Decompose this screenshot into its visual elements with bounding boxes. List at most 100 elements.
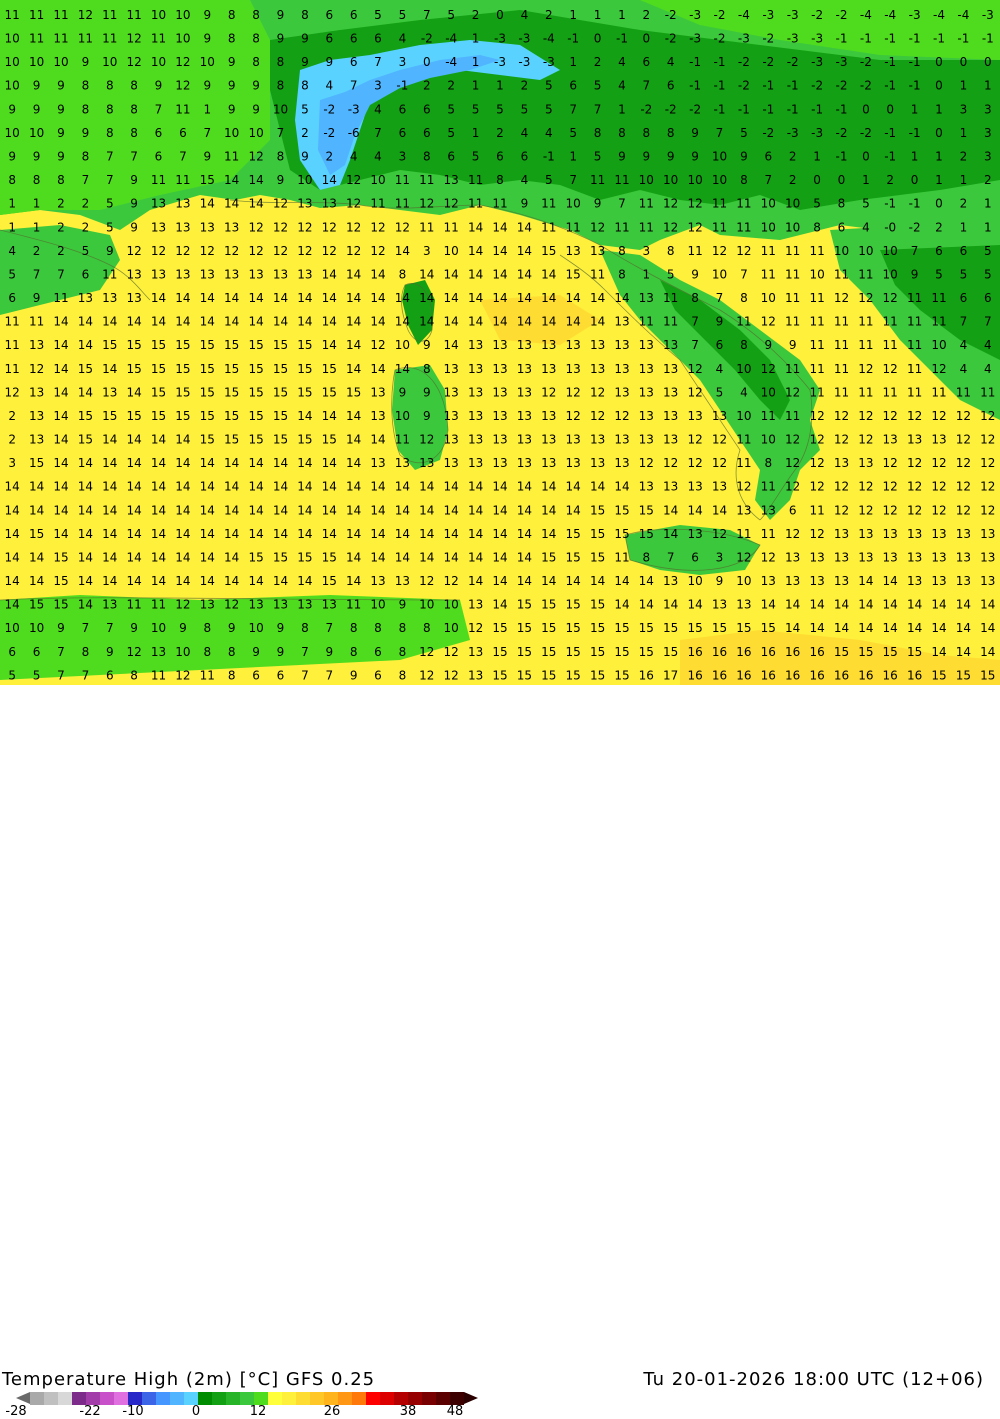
temperature-value: 2 [521, 79, 529, 93]
temperature-value: 7 [350, 79, 358, 93]
temperature-value: 6 [423, 126, 431, 140]
temperature-value: 12 [956, 456, 971, 470]
temperature-value: 5 [521, 102, 529, 116]
temperature-value: 13 [931, 527, 946, 541]
temperature-value: 14 [590, 574, 605, 588]
temperature-value: 7 [740, 267, 748, 281]
temperature-value: 12 [663, 197, 678, 211]
temperature-value: 2 [472, 8, 480, 22]
temperature-value: 13 [566, 244, 581, 258]
temperature-value: 14 [126, 574, 141, 588]
temperature-value: 14 [200, 197, 215, 211]
temperature-value: -2 [665, 102, 677, 116]
temperature-value: 6 [399, 102, 407, 116]
temperature-value: 14 [346, 456, 361, 470]
temperature-value: -1 [884, 126, 896, 140]
temperature-value: 14 [492, 244, 507, 258]
colorbar-tick-label: -22 [79, 1404, 101, 1419]
temperature-value: 4 [521, 8, 529, 22]
temperature-value: 12 [931, 480, 946, 494]
temperature-value: 11 [102, 32, 117, 46]
temperature-value: 7 [33, 267, 41, 281]
temperature-value: 9 [130, 621, 138, 635]
temperature-value: 11 [468, 197, 483, 211]
temperature-value: 14 [78, 338, 93, 352]
temperature-value: 11 [785, 291, 800, 305]
temperature-value: 12 [273, 220, 288, 234]
temperature-value: 14 [102, 574, 117, 588]
temperature-value: 13 [687, 409, 702, 423]
temperature-value: 14 [151, 527, 166, 541]
temperature-value: 14 [517, 220, 532, 234]
temperature-value: 12 [444, 668, 459, 682]
temperature-value: 6 [8, 291, 16, 305]
temperature-value: 14 [126, 503, 141, 517]
temperature-value: 11 [395, 173, 410, 187]
temperature-value: 15 [273, 551, 288, 565]
temperature-value: 16 [761, 645, 776, 659]
temperature-value: 7 [130, 150, 138, 164]
temperature-value: 1 [984, 79, 992, 93]
temperature-value: 14 [541, 291, 556, 305]
temperature-value: 5 [984, 244, 992, 258]
temperature-value: 14 [78, 456, 93, 470]
temperature-value: 13 [663, 385, 678, 399]
temperature-value: -3 [787, 126, 799, 140]
temperature-value: 15 [297, 385, 312, 399]
temperature-value: 13 [590, 362, 605, 376]
temperature-value: 13 [809, 574, 824, 588]
temperature-value: 9 [57, 79, 65, 93]
temperature-value: 14 [468, 267, 483, 281]
temperature-value: 8 [594, 126, 602, 140]
temperature-value: 13 [492, 433, 507, 447]
temperature-value: 12 [126, 32, 141, 46]
temperature-value: 13 [517, 433, 532, 447]
temperature-value: 5 [8, 668, 16, 682]
temperature-value: 3 [960, 102, 968, 116]
temperature-value: 14 [175, 527, 190, 541]
temperature-value: 14 [29, 480, 44, 494]
temperature-value: 14 [53, 409, 68, 423]
temperature-value: 4 [984, 338, 992, 352]
temperature-value: -2 [811, 8, 823, 22]
temperature-value: 13 [102, 598, 117, 612]
temperature-value: 8 [228, 8, 236, 22]
temperature-value: 3 [984, 102, 992, 116]
temperature-value: 15 [151, 338, 166, 352]
temperature-value: 6 [838, 220, 846, 234]
temperature-value: 15 [492, 645, 507, 659]
temperature-value: 7 [911, 244, 919, 258]
temperature-value: 7 [57, 668, 65, 682]
temperature-value: 11 [834, 315, 849, 329]
temperature-value: 8 [691, 291, 699, 305]
temperature-value: 3 [642, 244, 650, 258]
temperature-value: 8 [838, 197, 846, 211]
temperature-value: 14 [419, 315, 434, 329]
temperature-value: -4 [543, 32, 555, 46]
temperature-value: -4 [445, 55, 457, 69]
temperature-value: 15 [322, 574, 337, 588]
temperature-value: 15 [126, 362, 141, 376]
temperature-value: 13 [590, 456, 605, 470]
temperature-value: 14 [444, 291, 459, 305]
temperature-value: 12 [785, 433, 800, 447]
temperature-value: 15 [151, 385, 166, 399]
temperature-value: 1 [203, 102, 211, 116]
temperature-value: 14 [248, 197, 263, 211]
temperature-value: 12 [248, 150, 263, 164]
temperature-value: 15 [541, 598, 556, 612]
temperature-value: 11 [931, 291, 946, 305]
temperature-value: 12 [907, 456, 922, 470]
temperature-value: 14 [980, 645, 995, 659]
temperature-value: 9 [740, 150, 748, 164]
temperature-value: 6 [252, 668, 260, 682]
temperature-value: 13 [492, 385, 507, 399]
temperature-value: 15 [639, 645, 654, 659]
temperature-value: 10 [175, 8, 190, 22]
temperature-value: 13 [590, 433, 605, 447]
temperature-value: 15 [541, 621, 556, 635]
temperature-value: 6 [350, 32, 358, 46]
temperature-value: 2 [496, 126, 504, 140]
temperature-value: 12 [346, 220, 361, 234]
temperature-value: 14 [907, 621, 922, 635]
